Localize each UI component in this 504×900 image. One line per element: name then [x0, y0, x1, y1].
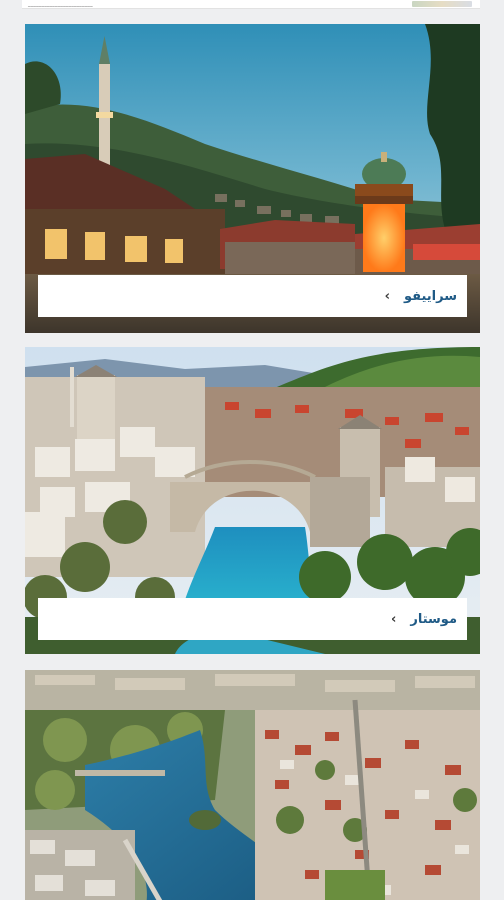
city-card-aerial[interactable]: [25, 670, 480, 900]
city-name: سراييفو: [403, 288, 457, 304]
aerial-town-photo: [25, 670, 480, 900]
city-list-page: ________________________ ‹ سراييفو ‹ موس…: [0, 0, 504, 900]
chevron-left-icon: ‹: [384, 288, 390, 304]
previous-card-text: ________________________: [28, 1, 93, 7]
city-name: موستار: [410, 611, 457, 627]
city-card-mostar[interactable]: ‹ موستار: [25, 347, 480, 654]
previous-card-thumbnail: [412, 1, 472, 7]
chevron-left-icon: ‹: [390, 611, 397, 627]
city-label-bar[interactable]: ‹ موستار: [38, 598, 467, 640]
previous-card-edge: ________________________: [22, 0, 480, 9]
city-label-bar[interactable]: ‹ سراييفو: [38, 275, 467, 317]
city-card-sarajevo[interactable]: ‹ سراييفو: [25, 24, 480, 333]
